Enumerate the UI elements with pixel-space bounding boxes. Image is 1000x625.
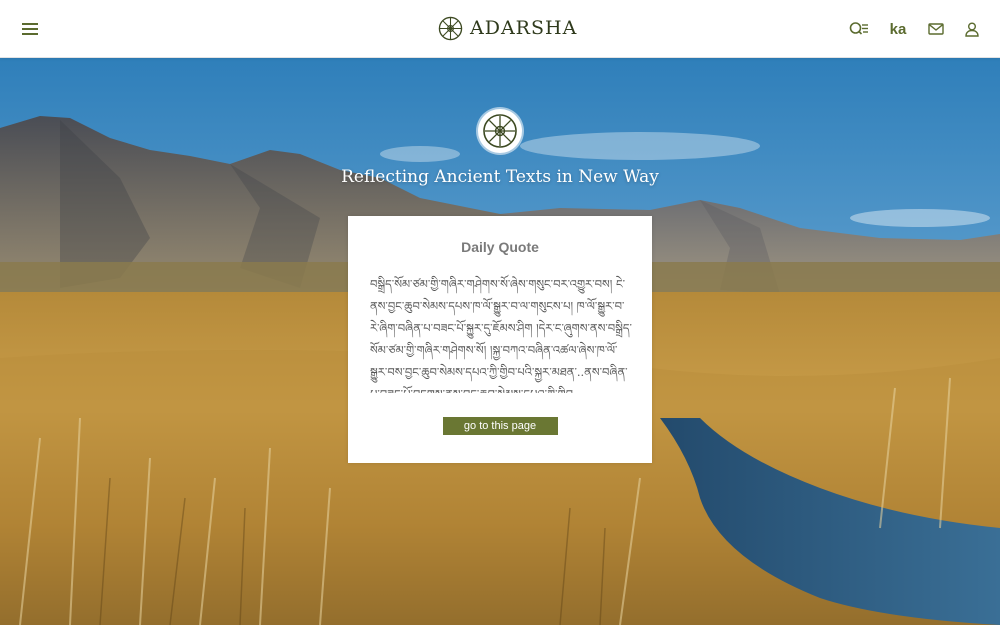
quote-text: བསྒྲིད་སོམ་ཙམ་གྱི་གཞིར་གཤེགས་སོ་ཞེས་གསུང…: [370, 277, 632, 393]
dharma-wheel-icon: [478, 109, 522, 153]
mail-icon[interactable]: [925, 16, 947, 42]
hamburger-menu-icon[interactable]: [22, 21, 38, 35]
language-toggle[interactable]: ka: [887, 16, 909, 42]
brand-logo-link[interactable]: ADARSHA: [438, 15, 577, 41]
user-icon[interactable]: [964, 16, 980, 42]
search-list-icon[interactable]: [847, 16, 871, 42]
header-actions: ka: [847, 16, 980, 42]
hero-tagline: Reflecting Ancient Texts in New Way: [341, 167, 659, 187]
dharma-wheel-icon: [438, 16, 463, 40]
brand-name: ADARSHA: [470, 17, 578, 39]
daily-quote-card: Daily Quote བསྒྲིད་སོམ་ཙམ་གྱི་གཞིར་གཤེགས…: [348, 216, 652, 463]
quote-title: Daily Quote: [461, 239, 539, 255]
top-navigation-bar: ADARSHA ka: [0, 0, 1000, 58]
go-to-page-button[interactable]: go to this page: [442, 417, 558, 435]
